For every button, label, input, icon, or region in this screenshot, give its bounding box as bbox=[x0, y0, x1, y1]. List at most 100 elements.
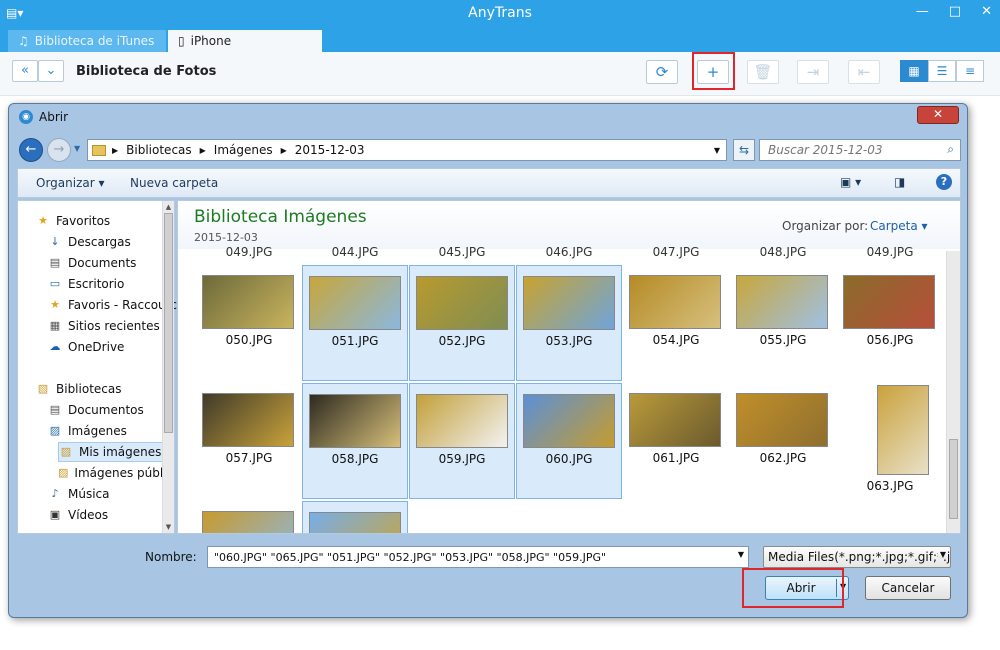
window-controls: — □ ✕ bbox=[916, 4, 992, 19]
tab-iphone[interactable]: ▯ iPhone bbox=[168, 30, 322, 52]
scroll-thumb[interactable] bbox=[949, 439, 958, 519]
libraries-icon: ▧ bbox=[37, 382, 49, 395]
photo-thumbnail bbox=[202, 393, 294, 447]
file-name: 057.JPG bbox=[225, 451, 273, 465]
file-item[interactable]: 062.JPG bbox=[730, 383, 836, 499]
breadcrumb-date-folder[interactable]: 2015-12-03 bbox=[295, 143, 365, 157]
file-item[interactable]: 054.JPG bbox=[623, 265, 729, 381]
refresh-icon[interactable]: ⇆ bbox=[733, 139, 755, 161]
nav-item-mis-imagenes[interactable]: ▨ Mis imágenes bbox=[58, 442, 166, 462]
dialog-close-button[interactable]: ✕ bbox=[917, 106, 959, 124]
photo-thumbnail bbox=[629, 393, 721, 447]
nav-label: Favoritos bbox=[56, 214, 111, 228]
photo-thumbnail bbox=[629, 275, 721, 329]
file-item[interactable]: 063.JPG bbox=[837, 383, 943, 499]
photo-thumbnail bbox=[523, 276, 615, 330]
send-to-computer-button[interactable]: ⇥ bbox=[797, 60, 829, 84]
change-view-icon[interactable]: ▣ ▾ bbox=[840, 175, 861, 189]
breadcrumb-separator-icon[interactable]: ▶ bbox=[200, 146, 206, 155]
app-title: AnyTrans bbox=[468, 5, 532, 21]
file-item[interactable]: 065.JPG bbox=[302, 501, 408, 533]
file-item[interactable]: 056.JPG bbox=[837, 265, 943, 381]
file-name: 060.JPG bbox=[545, 452, 593, 466]
organize-by-dropdown[interactable]: Carpeta ▾ bbox=[870, 219, 928, 233]
close-window-button[interactable]: ✕ bbox=[981, 4, 992, 19]
star-icon: ★ bbox=[38, 214, 48, 227]
photo-thumbnail bbox=[523, 394, 615, 448]
photo-thumbnail bbox=[843, 275, 935, 329]
list-view-button[interactable]: ☰ bbox=[928, 60, 956, 82]
grid-view-button[interactable]: ▦ bbox=[900, 60, 928, 82]
minimize-button[interactable]: — bbox=[916, 4, 929, 19]
file-name: 052.JPG bbox=[438, 334, 486, 348]
document-folder-icon: ▤ bbox=[49, 256, 61, 269]
folder-icon bbox=[92, 144, 106, 156]
photo-thumbnail bbox=[202, 511, 294, 533]
file-item[interactable]: 053.JPG bbox=[516, 265, 622, 381]
address-dropdown-icon[interactable]: ▼ bbox=[708, 146, 726, 155]
search-input[interactable]: Buscar 2015-12-03 ⌕ bbox=[759, 139, 961, 161]
nav-scrollbar[interactable]: ▲ ▼ bbox=[162, 201, 174, 533]
address-bar[interactable]: ▶ Bibliotecas ▶ Imágenes ▶ 2015-12-03 ▼ bbox=[87, 139, 727, 161]
app-icon: ◉ bbox=[19, 110, 33, 124]
refresh-button[interactable]: ⟳ bbox=[646, 60, 678, 84]
scroll-thumb[interactable] bbox=[164, 213, 173, 433]
help-icon[interactable]: ? bbox=[936, 174, 952, 190]
file-name: 062.JPG bbox=[759, 451, 807, 465]
file-name-value: "060.JPG" "065.JPG" "051.JPG" "052.JPG" … bbox=[214, 551, 607, 564]
chevron-down-icon[interactable]: ▼ bbox=[738, 550, 744, 559]
breadcrumb-separator-icon[interactable]: ▶ bbox=[112, 146, 118, 155]
history-dropdown-icon[interactable]: ▼ bbox=[74, 144, 80, 153]
file-item[interactable]: 061.JPG bbox=[623, 383, 729, 499]
scroll-down-icon[interactable]: ▼ bbox=[163, 523, 174, 531]
preview-pane-icon[interactable]: ◨ bbox=[894, 175, 905, 189]
cancel-button[interactable]: Cancelar bbox=[865, 576, 951, 600]
nav-label: Música bbox=[68, 487, 110, 501]
maximize-button[interactable]: □ bbox=[949, 4, 961, 19]
search-icon[interactable]: ⌕ bbox=[947, 142, 954, 157]
library-subtitle: 2015-12-03 bbox=[194, 231, 258, 244]
scroll-up-icon[interactable]: ▲ bbox=[163, 203, 174, 211]
send-to-device-button[interactable]: ⇤ bbox=[848, 60, 880, 84]
file-name-label: Nombre: bbox=[145, 550, 197, 564]
file-name: 047.JPG bbox=[652, 245, 700, 259]
file-item[interactable]: 055.JPG bbox=[730, 265, 836, 381]
detail-view-button[interactable]: ≡ bbox=[956, 60, 984, 82]
nav-item-imagenes-publicas[interactable]: ▨ Imágenes públicas bbox=[58, 463, 166, 483]
address-row: ← → ▼ ▶ Bibliotecas ▶ Imágenes ▶ 2015-12… bbox=[17, 136, 961, 164]
breadcrumb-separator-icon[interactable]: ▶ bbox=[281, 146, 287, 155]
music-note-icon: ♫ bbox=[18, 34, 29, 48]
delete-button[interactable]: 🗑 bbox=[747, 60, 779, 84]
file-grid: 049.JPG 044.JPG 045.JPG 046.JPG 047.JPG 048.J… bbox=[178, 245, 948, 533]
file-name: 056.JPG bbox=[866, 333, 914, 347]
back-arrow-icon[interactable]: ← bbox=[19, 138, 43, 162]
file-item[interactable]: 057.JPG bbox=[196, 383, 302, 499]
organize-menu[interactable]: Organizar ▾ bbox=[36, 176, 105, 190]
recent-places-icon: ▦ bbox=[49, 319, 61, 332]
file-item[interactable]: 051.JPG bbox=[302, 265, 408, 381]
file-item[interactable]: 060.JPG bbox=[516, 383, 622, 499]
file-item[interactable]: 059.JPG bbox=[409, 383, 515, 499]
file-item[interactable]: 050.JPG bbox=[196, 265, 302, 381]
nav-label: Imágenes públicas bbox=[74, 466, 166, 480]
tab-itunes-library[interactable]: ♫ Biblioteca de iTunes bbox=[8, 30, 166, 52]
back-button[interactable]: « bbox=[12, 60, 38, 82]
breadcrumb-imagenes[interactable]: Imágenes bbox=[214, 143, 273, 157]
file-item[interactable]: 064.JPG bbox=[196, 501, 302, 533]
chevron-down-icon[interactable]: ▼ bbox=[937, 550, 946, 559]
file-item[interactable]: 058.JPG bbox=[302, 383, 408, 499]
nav-label: Vídeos bbox=[68, 508, 109, 522]
breadcrumb-bibliotecas[interactable]: Bibliotecas bbox=[126, 143, 191, 157]
forward-arrow-icon[interactable]: → bbox=[47, 138, 71, 162]
nav-label: Bibliotecas bbox=[56, 382, 122, 396]
file-item[interactable]: 052.JPG bbox=[409, 265, 515, 381]
file-name: 058.JPG bbox=[331, 452, 379, 466]
new-folder-button[interactable]: Nueva carpeta bbox=[130, 176, 218, 190]
app-titlebar: ▤▾ AnyTrans — □ ✕ bbox=[0, 0, 1000, 28]
phone-icon: ▯ bbox=[178, 34, 185, 48]
grid-scrollbar[interactable] bbox=[946, 251, 960, 533]
file-name-input[interactable]: "060.JPG" "065.JPG" "051.JPG" "052.JPG" … bbox=[207, 546, 749, 568]
tab-label: Biblioteca de iTunes bbox=[34, 34, 155, 48]
file-type-select[interactable]: Media Files(*.png;*.jpg;*.gif;*.jp ▼ bbox=[763, 546, 951, 568]
nav-dropdown-button[interactable]: ⌄ bbox=[38, 60, 64, 82]
